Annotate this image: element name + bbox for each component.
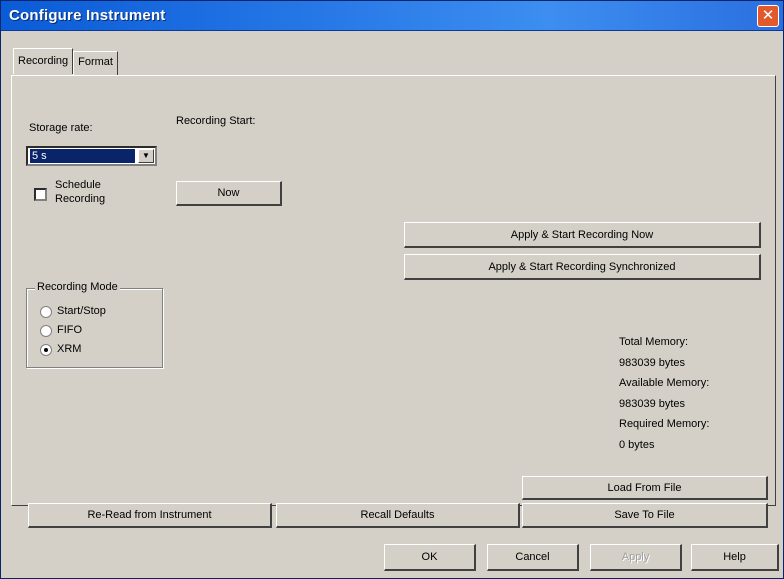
recording-mode-title: Recording Mode: [35, 281, 120, 293]
mode-fifo-radio[interactable]: [40, 325, 52, 337]
storage-rate-dropdown[interactable]: 5 s ▼: [26, 146, 157, 166]
recording-start-label: Recording Start:: [176, 115, 256, 127]
schedule-label-line1: Schedule: [55, 179, 101, 191]
recall-defaults-button[interactable]: Recall Defaults: [276, 503, 520, 528]
configure-instrument-window: Configure Instrument ✕ Recording Format …: [0, 0, 784, 579]
reread-from-instrument-button[interactable]: Re-Read from Instrument: [28, 503, 272, 528]
close-button[interactable]: ✕: [757, 5, 779, 27]
mode-fifo-label: FIFO: [57, 324, 83, 336]
total-memory-label: Total Memory:: [619, 336, 689, 348]
apply-start-sync-button[interactable]: Apply & Start Recording Synchronized: [404, 254, 761, 280]
tab-recording[interactable]: Recording: [13, 48, 74, 74]
save-to-file-button[interactable]: Save To File: [522, 503, 768, 528]
schedule-label-line2: Recording: [55, 193, 106, 205]
tab-strip: Recording Format: [13, 48, 118, 75]
load-from-file-button[interactable]: Load From File: [522, 476, 768, 500]
available-memory-label: Available Memory:: [619, 377, 710, 389]
window-title: Configure Instrument: [9, 7, 166, 24]
title-bar[interactable]: Configure Instrument ✕: [1, 1, 783, 31]
ok-button[interactable]: OK: [384, 544, 476, 571]
required-memory-value: 0 bytes: [619, 439, 655, 451]
apply-button[interactable]: Apply: [590, 544, 682, 571]
mode-xrm-radio[interactable]: [40, 344, 52, 356]
mode-start-stop-radio[interactable]: [40, 306, 52, 318]
tab-format[interactable]: Format: [73, 51, 118, 75]
storage-rate-label: Storage rate:: [29, 122, 93, 134]
help-button[interactable]: Help: [691, 544, 779, 571]
total-memory-value: 983039 bytes: [619, 357, 686, 369]
schedule-recording-checkbox[interactable]: [34, 188, 47, 201]
chevron-down-icon[interactable]: ▼: [138, 149, 154, 163]
available-memory-value: 983039 bytes: [619, 398, 686, 410]
mode-start-stop-label: Start/Stop: [57, 305, 106, 317]
close-icon: ✕: [761, 7, 775, 24]
cancel-button[interactable]: Cancel: [487, 544, 579, 571]
apply-start-now-button[interactable]: Apply & Start Recording Now: [404, 222, 761, 248]
required-memory-label: Required Memory:: [619, 418, 710, 430]
storage-rate-value: 5 s: [30, 149, 135, 163]
now-button[interactable]: Now: [176, 181, 282, 206]
mode-xrm-label: XRM: [57, 343, 82, 355]
